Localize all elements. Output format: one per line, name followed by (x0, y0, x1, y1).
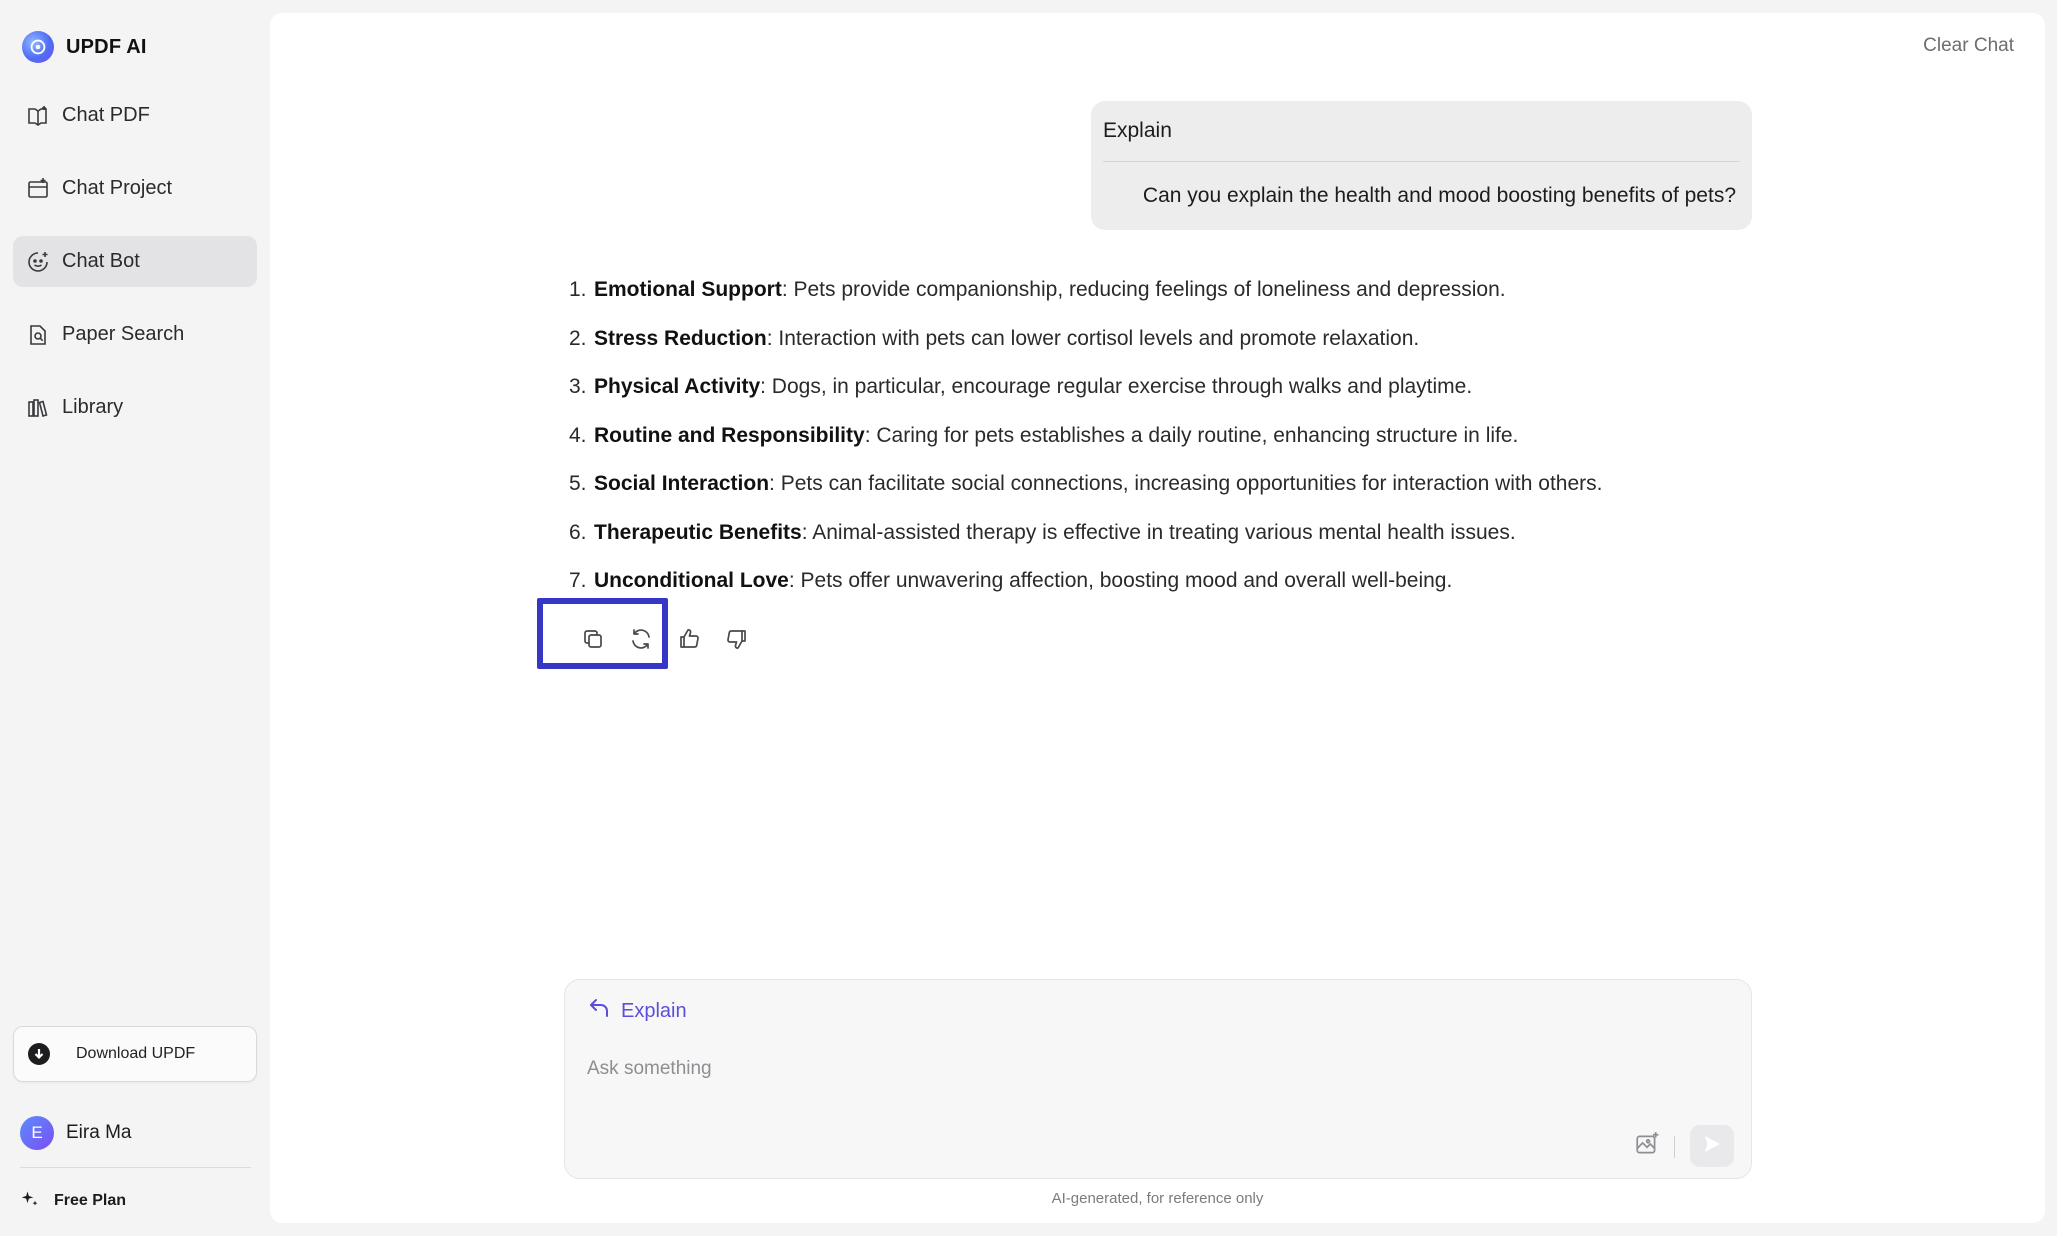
sidebar-item-label: Chat PDF (62, 104, 150, 126)
copy-icon (581, 627, 605, 656)
send-icon (1702, 1134, 1722, 1159)
sidebar-item-label: Chat Bot (62, 250, 140, 272)
divider (20, 1167, 251, 1168)
sidebar-item-label: Library (62, 396, 124, 418)
user-profile[interactable]: E Eira Ma (20, 1116, 132, 1150)
book-open-icon (26, 104, 50, 128)
list-item: 7. Unconditional Love : Pets offer unwave… (569, 569, 1453, 592)
sidebar-item-label: Paper Search (62, 323, 185, 345)
bot-face-icon (26, 250, 50, 274)
free-plan-button[interactable]: Free Plan (20, 1188, 126, 1214)
ask-input[interactable] (587, 1052, 1687, 1086)
list-item: 4. Routine and Responsibility : Caring fo… (569, 423, 1519, 447)
user-message-text: Can you explain the health and mood boos… (1142, 184, 1736, 207)
regenerate-icon (629, 627, 653, 656)
thumbs-down-icon (725, 627, 749, 656)
thumbs-down-button[interactable] (713, 620, 761, 662)
regenerate-button[interactable] (617, 620, 665, 662)
doc-search-icon (26, 323, 50, 347)
user-name: Eira Ma (66, 1122, 132, 1143)
composer: Explain (564, 979, 1752, 1179)
ai-disclaimer: AI-generated, for reference only (1051, 1190, 1264, 1207)
sidebar-nav: Chat PDF Chat Project Chat Bot Paper Sea… (13, 90, 257, 455)
thumbs-up-button[interactable] (665, 620, 713, 662)
upload-image-button[interactable] (1631, 1130, 1663, 1162)
download-updf-button[interactable]: Download UPDF (13, 1026, 257, 1082)
list-item: 6. Therapeutic Benefits : Animal-assisted… (569, 520, 1516, 544)
download-label: Download UPDF (76, 1045, 196, 1062)
copy-button[interactable] (569, 620, 617, 662)
list-item: 5. Social Interaction : Pets can facilita… (569, 472, 1603, 495)
thumbs-up-icon (677, 627, 701, 656)
brand-name: UPDF AI (66, 35, 147, 58)
clear-chat-button[interactable]: Clear Chat (1923, 35, 2014, 57)
sidebar-item-label: Chat Project (62, 177, 173, 199)
user-message-bubble: Explain Can you explain the health and m… (1091, 101, 1752, 230)
chat-panel: Clear Chat Explain Can you explain the h… (270, 13, 2045, 1223)
sidebar-item-library[interactable]: Library (13, 382, 257, 433)
send-button[interactable] (1690, 1125, 1734, 1167)
sidebar-item-chat-bot[interactable]: Chat Bot (13, 236, 257, 287)
sidebar-item-paper-search[interactable]: Paper Search (13, 309, 257, 360)
assistant-answer: 1. Emotional Support : Pets provide compa… (569, 275, 1769, 615)
quoted-prompt[interactable]: Explain (587, 996, 687, 1026)
list-item: 1. Emotional Support : Pets provide compa… (569, 278, 1506, 301)
download-icon (28, 1043, 50, 1065)
updf-logo-icon (22, 31, 54, 63)
user-message-label: Explain (1103, 101, 1740, 162)
answer-actions (569, 620, 761, 662)
reply-arrow-icon (587, 996, 611, 1026)
sparkle-icon (20, 1189, 40, 1214)
list-item: 2. Stress Reduction : Interaction with pe… (569, 326, 1420, 350)
sidebar-item-chat-project[interactable]: Chat Project (13, 163, 257, 214)
quoted-prompt-label: Explain (621, 999, 687, 1022)
folder-plus-icon (26, 177, 50, 201)
divider (1674, 1136, 1675, 1158)
image-upload-icon (1634, 1131, 1660, 1162)
sidebar: UPDF AI Chat PDF Chat Project Chat Bot P… (0, 0, 270, 1236)
plan-label: Free Plan (54, 1192, 127, 1209)
library-icon (26, 396, 50, 420)
sidebar-item-chat-pdf[interactable]: Chat PDF (13, 90, 257, 141)
brand[interactable]: UPDF AI (22, 30, 147, 64)
list-item: 3. Physical Activity : Dogs, in particula… (569, 375, 1473, 398)
avatar: E (20, 1116, 54, 1150)
